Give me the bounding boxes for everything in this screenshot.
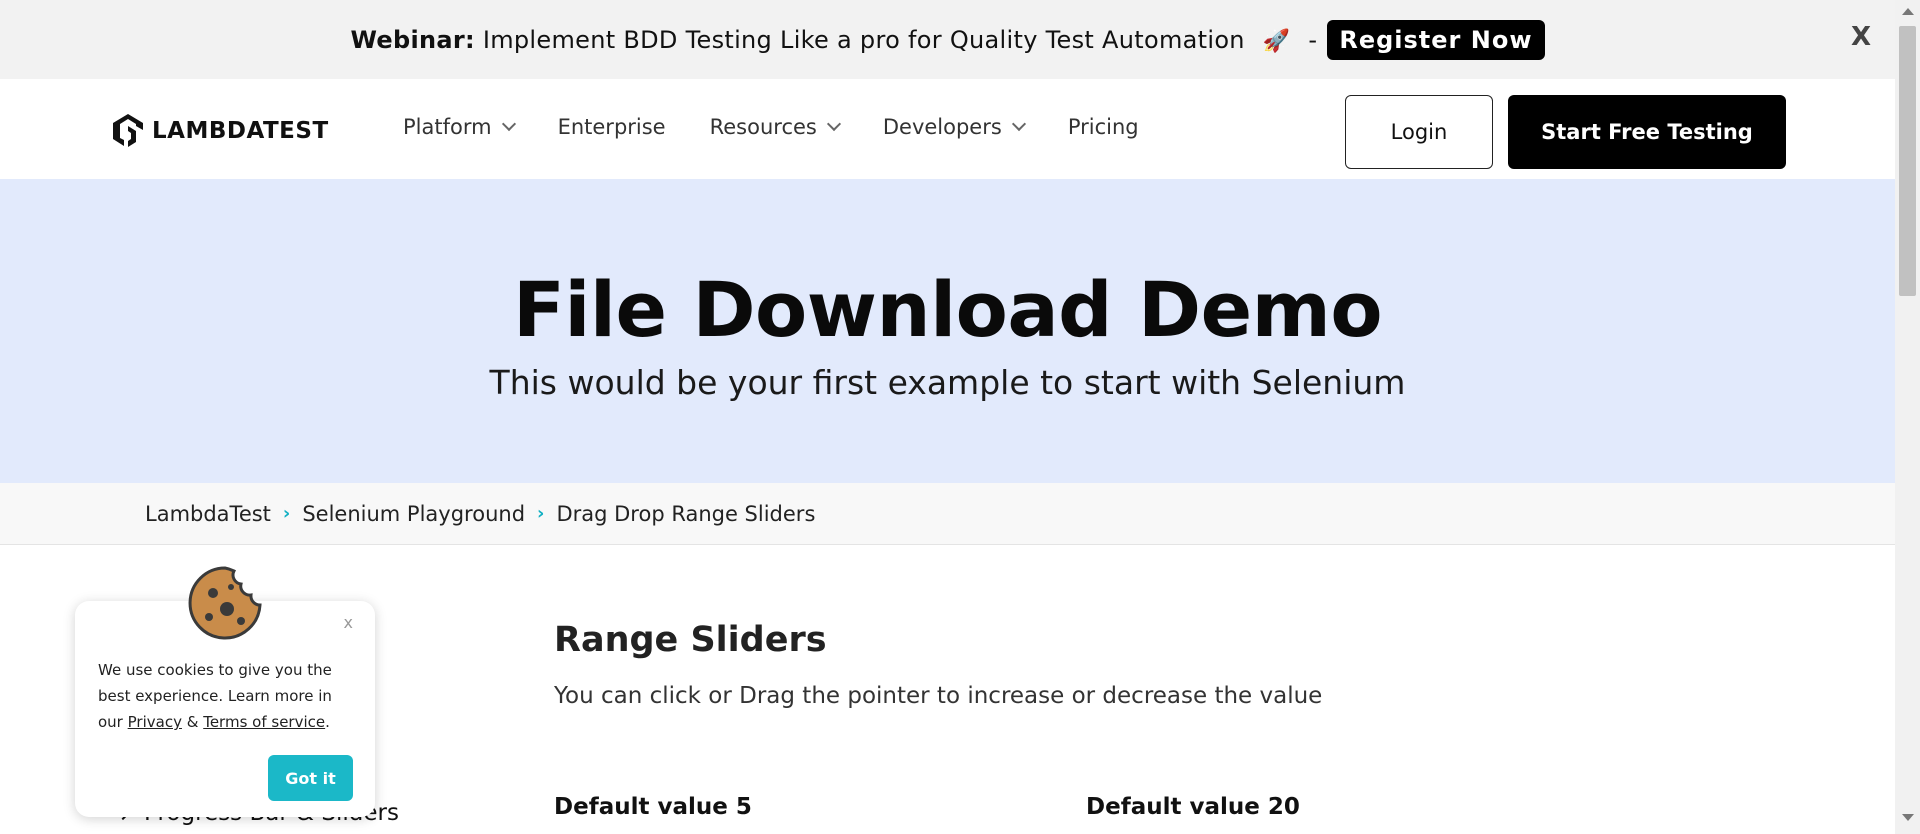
close-cookie-button[interactable]: x	[344, 613, 353, 632]
logo-text: LAMBDATEST	[152, 118, 329, 144]
page-scrollbar[interactable]	[1895, 0, 1920, 834]
start-free-testing-button[interactable]: Start Free Testing	[1508, 95, 1786, 169]
breadcrumb-selenium-playground[interactable]: Selenium Playground	[302, 502, 525, 526]
nav-item-label: Enterprise	[557, 115, 666, 139]
nav-item-pricing[interactable]: Pricing	[1068, 115, 1139, 139]
close-banner-button[interactable]: X	[1851, 22, 1871, 52]
cookie-consent-popup: x We use cookies to give you the best ex…	[75, 566, 375, 817]
cookie-icon	[188, 566, 262, 640]
section-description: You can click or Drag the pointer to inc…	[554, 683, 1323, 709]
nav-item-label: Pricing	[1067, 115, 1139, 139]
nav-item-label: Platform	[403, 115, 492, 139]
breadcrumb-lambdatest[interactable]: LambdaTest	[145, 502, 271, 526]
main-nav: LAMBDATEST Platform Enterprise Resources…	[0, 79, 1895, 179]
cookie-message: We use cookies to give you the best expe…	[98, 657, 358, 735]
slider-label-default-5: Default value 5	[554, 794, 752, 820]
logo-icon	[113, 114, 143, 147]
register-now-button[interactable]: Register Now	[1327, 19, 1545, 60]
chevron-down-icon	[826, 116, 841, 132]
chevron-down-icon	[1011, 116, 1026, 132]
page-subtitle: This would be your first example to star…	[489, 363, 1406, 402]
login-button[interactable]: Login	[1345, 95, 1493, 169]
nav-item-label: Resources	[709, 115, 817, 139]
got-it-button[interactable]: Got it	[268, 755, 353, 801]
webinar-message: Implement BDD Testing Like a pro for Qua…	[482, 25, 1245, 54]
chevron-right-icon: ›	[537, 503, 545, 524]
breadcrumb-current: Drag Drop Range Sliders	[556, 501, 816, 526]
nav-item-resources[interactable]: Resources	[709, 115, 841, 139]
breadcrumb: LambdaTest › Selenium Playground › Drag …	[0, 483, 1895, 545]
webinar-banner: Webinar: Implement BDD Testing Like a pr…	[0, 0, 1895, 79]
cookie-amp: &	[186, 713, 199, 731]
terms-link[interactable]: Terms of service	[203, 713, 325, 731]
chevron-down-icon	[501, 116, 516, 132]
webinar-text: Webinar: Implement BDD Testing Like a pr…	[350, 26, 1327, 54]
lambdatest-logo[interactable]: LAMBDATEST	[110, 112, 329, 150]
nav-item-developers[interactable]: Developers	[882, 115, 1026, 139]
hero-section: File Download Demo This would be your fi…	[0, 179, 1895, 483]
nav-menu: Platform Enterprise Resources Developers…	[403, 115, 1183, 139]
rocket-icon: 🚀	[1262, 28, 1291, 54]
webinar-dash: -	[1308, 25, 1318, 54]
webinar-label: Webinar:	[350, 25, 475, 54]
nav-item-enterprise[interactable]: Enterprise	[558, 115, 666, 139]
cookie-period: .	[325, 713, 330, 731]
section-title: Range Sliders	[554, 620, 827, 660]
privacy-link[interactable]: Privacy	[128, 713, 182, 731]
chevron-right-icon: ›	[282, 503, 291, 524]
scroll-down-arrow-icon[interactable]	[1902, 814, 1914, 821]
page-title: File Download Demo	[512, 265, 1383, 354]
nav-item-label: Developers	[882, 115, 1002, 139]
nav-item-platform[interactable]: Platform	[403, 115, 516, 139]
scroll-up-arrow-icon[interactable]	[1902, 8, 1914, 15]
scrollbar-thumb[interactable]	[1899, 26, 1916, 296]
slider-label-default-20: Default value 20	[1086, 794, 1300, 820]
